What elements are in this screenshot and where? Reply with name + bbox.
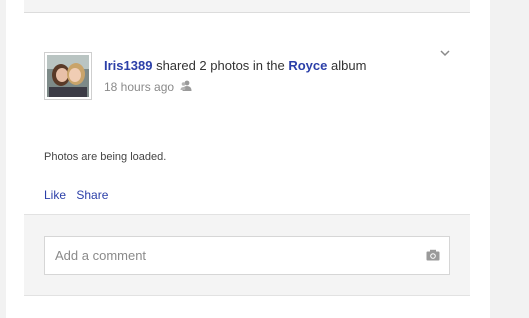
post-headline: Iris1389 shared 2 photos in the Royce al… <box>104 58 366 73</box>
author-link[interactable]: Iris1389 <box>104 58 152 73</box>
action-text: shared 2 photos in the <box>156 58 285 73</box>
comment-section <box>24 214 470 296</box>
camera-icon[interactable] <box>426 249 440 261</box>
chevron-down-icon[interactable] <box>438 46 452 60</box>
album-suffix: album <box>331 58 367 73</box>
avatar-photo <box>47 55 89 97</box>
like-link[interactable]: Like <box>44 188 66 202</box>
comment-input[interactable] <box>55 237 415 274</box>
album-link[interactable]: Royce <box>288 58 327 73</box>
post-actions: Like Share <box>44 188 115 202</box>
share-link[interactable]: Share <box>76 188 108 202</box>
post-meta: 18 hours ago <box>104 80 192 94</box>
previous-post-footer <box>24 0 470 13</box>
loading-message: Photos are being loaded. <box>44 151 167 163</box>
people-icon[interactable] <box>180 80 192 94</box>
comment-box <box>44 236 450 275</box>
post-timestamp[interactable]: 18 hours ago <box>104 80 174 94</box>
avatar[interactable] <box>44 52 92 100</box>
